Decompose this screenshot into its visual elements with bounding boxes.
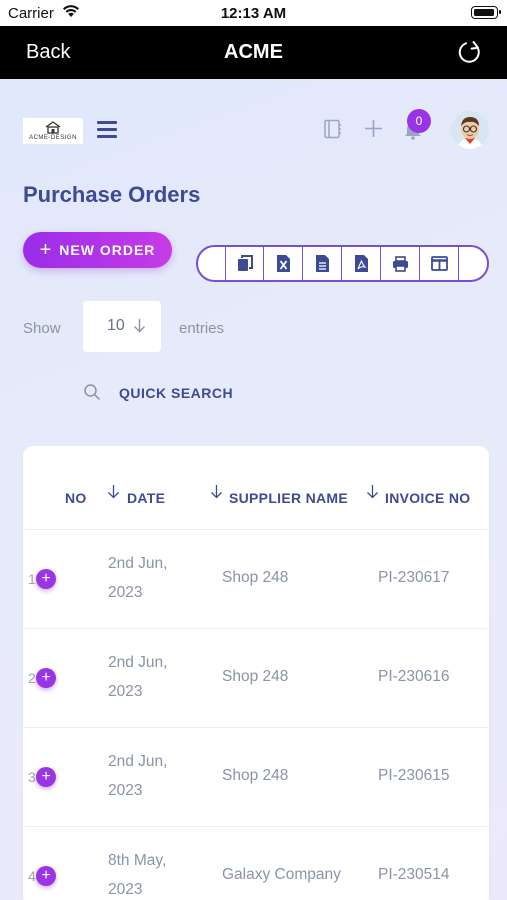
add-icon[interactable] xyxy=(364,119,383,143)
row-date-line2: 2023 xyxy=(108,683,143,700)
row-supplier: Shop 248 xyxy=(222,668,289,685)
search-icon[interactable] xyxy=(83,383,101,406)
column-header-supplier-name[interactable]: SUPPLIER NAME xyxy=(229,490,348,506)
entries-label: entries xyxy=(179,320,225,337)
row-supplier: Shop 248 xyxy=(222,569,289,586)
row-date-line2: 2023 xyxy=(108,584,143,601)
table-row[interactable]: 4 + 8th May, 2023 Galaxy Company PI-2305… xyxy=(23,827,489,900)
row-date-line1: 8th May, xyxy=(108,852,167,869)
row-date: 2nd Jun, 2023 xyxy=(108,747,198,805)
row-invoice: PI-230616 xyxy=(378,668,450,685)
expand-row-icon[interactable]: + xyxy=(36,668,56,688)
sort-arrow-icon[interactable] xyxy=(107,484,120,504)
row-date-line1: 2nd Jun, xyxy=(108,654,168,671)
pdf-button[interactable] xyxy=(342,246,381,281)
column-header-no[interactable]: NO xyxy=(65,490,87,506)
refresh-icon[interactable] xyxy=(457,38,483,71)
csv-file-icon xyxy=(315,255,329,272)
logo-text: ACME-DESIGN xyxy=(29,135,77,141)
table-row[interactable]: 1 + 2nd Jun, 2023 Shop 248 PI-230617 xyxy=(23,530,489,629)
row-date-line1: 2nd Jun, xyxy=(108,555,168,572)
expand-row-icon[interactable]: + xyxy=(36,767,56,787)
column-header-date[interactable]: DATE xyxy=(127,490,165,506)
clock: 12:13 AM xyxy=(220,5,287,22)
expand-row-icon[interactable]: + xyxy=(36,866,56,886)
row-invoice: PI-230615 xyxy=(378,767,450,784)
new-order-button[interactable]: + NEW ORDER xyxy=(23,232,172,268)
battery-icon xyxy=(471,6,501,19)
print-button[interactable] xyxy=(381,246,420,281)
purchase-orders-table: NO DATE SUPPLIER NAME INVOICE NO 1 + 2nd… xyxy=(23,446,489,900)
sort-arrow-icon[interactable] xyxy=(210,484,223,504)
row-supplier: Galaxy Company xyxy=(222,866,341,883)
show-label: Show xyxy=(23,320,61,337)
row-invoice: PI-230617 xyxy=(378,569,450,586)
excel-button[interactable] xyxy=(264,246,303,281)
house-logo-icon xyxy=(45,121,61,134)
row-number: 2 xyxy=(28,670,36,686)
table-row[interactable]: 3 + 2nd Jun, 2023 Shop 248 PI-230615 xyxy=(23,728,489,827)
nav-title: ACME xyxy=(224,41,283,63)
columns-icon xyxy=(430,256,448,271)
copy-icon xyxy=(237,255,253,271)
copy-button[interactable] xyxy=(225,246,264,281)
arrow-down-icon xyxy=(133,318,146,338)
row-date-line1: 2nd Jun, xyxy=(108,753,168,770)
page-title: Purchase Orders xyxy=(23,182,201,207)
notebook-icon[interactable] xyxy=(323,119,342,144)
navigation-bar: Back ACME xyxy=(0,26,507,79)
row-number: 3 xyxy=(28,769,36,785)
plus-icon: + xyxy=(39,239,53,261)
csv-button[interactable] xyxy=(303,246,342,281)
status-bar: Carrier 12:13 AM xyxy=(0,0,507,26)
row-supplier: Shop 248 xyxy=(222,767,289,784)
company-logo[interactable]: ACME-DESIGN xyxy=(23,118,83,144)
export-button-group xyxy=(196,245,489,282)
main-content: ACME-DESIGN 0 Purchase Orders + NEW ORDE… xyxy=(0,79,507,900)
printer-icon xyxy=(392,255,408,272)
entries-value: 10 xyxy=(107,317,125,334)
expand-row-icon[interactable]: + xyxy=(36,569,56,589)
hamburger-menu-icon[interactable] xyxy=(97,121,117,138)
entries-per-page-select[interactable]: 10 xyxy=(83,301,161,352)
quick-search-button[interactable]: QUICK SEARCH xyxy=(119,385,233,401)
user-avatar[interactable] xyxy=(451,111,489,149)
excel-file-icon xyxy=(276,255,290,272)
pdf-file-icon xyxy=(354,255,368,272)
new-order-label: NEW ORDER xyxy=(59,242,156,258)
column-visibility-button[interactable] xyxy=(420,246,459,281)
row-date: 2nd Jun, 2023 xyxy=(108,549,198,607)
notification-badge: 0 xyxy=(407,109,431,133)
table-row[interactable]: 2 + 2nd Jun, 2023 Shop 248 PI-230616 xyxy=(23,629,489,728)
row-date: 8th May, 2023 xyxy=(108,846,198,900)
row-date-line2: 2023 xyxy=(108,881,143,898)
row-number: 4 xyxy=(28,868,36,884)
row-date: 2nd Jun, 2023 xyxy=(108,648,198,706)
row-number: 1 xyxy=(28,571,36,587)
row-invoice: PI-230514 xyxy=(378,866,450,883)
row-date-line2: 2023 xyxy=(108,782,143,799)
column-header-invoice-no[interactable]: INVOICE NO xyxy=(385,490,470,506)
sort-arrow-icon[interactable] xyxy=(366,484,379,504)
